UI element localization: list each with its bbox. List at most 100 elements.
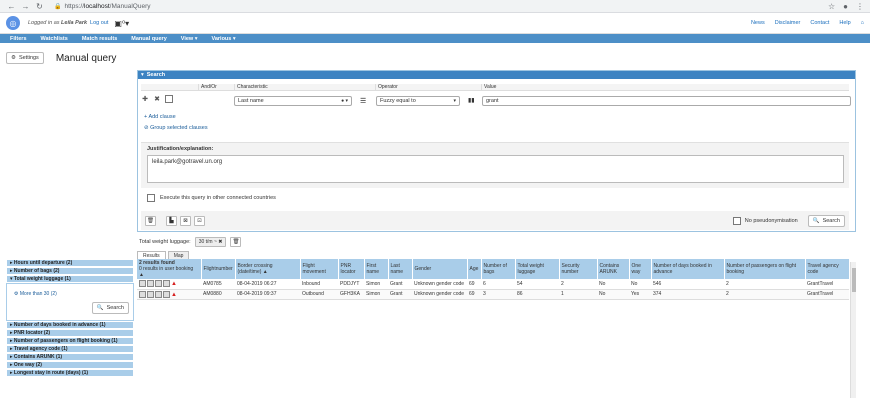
back-icon[interactable]: ←	[6, 1, 17, 12]
notifications-icon[interactable]: ▣⁰▾	[114, 19, 129, 28]
group-clauses-link[interactable]: ⊘ Group selected clauses	[144, 125, 208, 131]
nav-filters[interactable]: Filters	[10, 36, 27, 42]
col-header[interactable]: Total weight luggage	[515, 259, 560, 279]
row-actions: ▲	[137, 289, 201, 300]
justification-section: Justification/explanation: leila.park@go…	[141, 142, 849, 188]
folder-icon[interactable]	[155, 290, 162, 298]
col-header[interactable]: Last name	[388, 259, 413, 279]
cell: No	[629, 279, 651, 290]
facet-item[interactable]: ▸ Number of days booked in advance (1)	[6, 321, 134, 329]
filter-chip[interactable]: 30 t/m ~ ✖	[194, 237, 227, 247]
home-icon[interactable]: ⌂	[861, 20, 864, 26]
save-query-button[interactable]: ⊠	[180, 215, 191, 226]
reload-icon[interactable]: ↻	[34, 1, 45, 12]
facet-search-button[interactable]: 🔍 Search	[91, 302, 129, 314]
col-header[interactable]: Gender	[412, 259, 468, 279]
col-header[interactable]: Contains ARUNK	[597, 259, 630, 279]
col-header[interactable]: Number of days booked in advance	[651, 259, 725, 279]
col-header[interactable]: One way	[629, 259, 652, 279]
cell: 54	[515, 279, 559, 290]
select-checkbox[interactable]	[139, 280, 146, 288]
facet-item[interactable]: ▸ One way (2)	[6, 361, 134, 369]
results-scrollbar[interactable]	[850, 262, 856, 398]
nav-watchlists[interactable]: Watchlists	[41, 36, 68, 42]
disclaimer-link[interactable]: Disclaimer	[775, 20, 801, 26]
nav-various[interactable]: Various ▾	[211, 36, 235, 42]
app-header: ◎ Logged in as Leila Park Log out ▣⁰▾ Ne…	[0, 13, 870, 34]
logout-link[interactable]: Log out	[90, 20, 108, 26]
results-table-container: 2 results found 0 results in user booking…	[137, 259, 850, 300]
operator-select[interactable]: Fuzzy equal to ▾	[376, 96, 460, 106]
add-clause-link[interactable]: + Add clause	[144, 114, 176, 120]
no-pseudonymisation-checkbox[interactable]	[732, 216, 741, 225]
search-button[interactable]: 🔍 Search	[807, 214, 845, 227]
facet-item[interactable]: ▸ Longest stay in route (days) (1)	[6, 369, 134, 377]
document-icon: ▙	[169, 217, 174, 224]
cell: 546	[651, 279, 724, 290]
menu-icon[interactable]: ⋮	[856, 2, 864, 11]
col-header[interactable]: Age	[467, 259, 482, 279]
account-icon[interactable]: ●	[843, 2, 848, 11]
load-query-button[interactable]: ⊡	[194, 215, 205, 226]
facet-item[interactable]: ▾ Total weight luggage (1)	[6, 275, 134, 283]
chart-icon[interactable]: ▮▮	[468, 97, 475, 104]
table-row[interactable]: ▲ AM0880 08-04-2019 09:37 Outbound GFH3K…	[137, 289, 849, 300]
add-icon[interactable]: ✚	[141, 95, 149, 103]
col-header[interactable]: Security number	[559, 259, 598, 279]
flag-icon[interactable]	[163, 280, 170, 288]
nav-manual-query[interactable]: Manual query	[131, 36, 166, 42]
view-icon[interactable]	[147, 290, 154, 298]
table-row[interactable]: ▲ AM0785 08-04-2019 06:27 Inbound PDDJYT…	[137, 279, 849, 290]
flag-icon[interactable]	[163, 290, 170, 298]
cell: 2	[724, 289, 805, 300]
scrollbar-thumb[interactable]	[852, 268, 856, 292]
execute-connected-row: Execute this query in other connected co…	[147, 194, 276, 202]
close-icon[interactable]: ✖	[218, 239, 222, 245]
facet-item[interactable]: ▸ PNR locator (2)	[6, 329, 134, 337]
remove-icon[interactable]: ✖	[153, 95, 161, 103]
characteristic-select[interactable]: Last name ● ▾	[234, 96, 352, 106]
news-link[interactable]: News	[751, 20, 765, 26]
delete-button[interactable]: 🗑	[145, 215, 156, 226]
nav-view[interactable]: View ▾	[181, 36, 198, 42]
main-nav: Filters Watchlists Match results Manual …	[0, 34, 870, 43]
col-header[interactable]: Number of bags	[481, 259, 516, 279]
help-link[interactable]: Help	[839, 20, 850, 26]
col-header[interactable]: Number of passengers on flight booking	[724, 259, 806, 279]
col-header[interactable]: Flightnumber	[201, 259, 236, 279]
facet-option[interactable]: ⚙ More than 30 (2)	[14, 291, 57, 297]
col-header[interactable]: Border crossing (date/time) ▲	[235, 259, 301, 279]
address-bar[interactable]: https://localhost/ManualQuery	[64, 3, 150, 10]
list-icon[interactable]: ☰	[360, 97, 366, 105]
facet-item[interactable]: ▸ Number of passengers on flight booking…	[6, 337, 134, 345]
cell: 69	[467, 279, 481, 290]
clear-filters-button[interactable]: 🗑	[230, 237, 242, 247]
page-title: Manual query	[55, 52, 117, 64]
facet-item[interactable]: ▸ Number of bags (2)	[6, 267, 134, 275]
settings-button[interactable]: ⚙ Settings	[6, 52, 44, 64]
search-icon: 🔍	[96, 305, 104, 311]
search-panel-header[interactable]: ▾ Search	[138, 71, 855, 79]
star-icon[interactable]: ☆	[828, 2, 835, 11]
new-query-button[interactable]: ▙	[166, 215, 177, 226]
collapse-icon: ▾	[141, 72, 144, 78]
save-icon: ⊠	[183, 217, 188, 224]
nav-match-results[interactable]: Match results	[82, 36, 117, 42]
justification-textarea[interactable]: leila.park@gotravel.un.org	[147, 155, 844, 183]
clause-checkbox[interactable]	[165, 95, 173, 103]
col-header[interactable]: Travel agency code	[805, 259, 850, 279]
col-header[interactable]: First name	[364, 259, 389, 279]
col-header[interactable]: PNR locator	[338, 259, 365, 279]
facet-item[interactable]: ▸ Hours until departure (2)	[6, 259, 134, 267]
col-header[interactable]: Flight movement	[300, 259, 339, 279]
view-icon[interactable]	[147, 280, 154, 288]
value-input[interactable]: grant	[482, 96, 851, 106]
execute-connected-checkbox[interactable]	[147, 194, 155, 202]
facet-item[interactable]: ▸ Travel agency code (1)	[6, 345, 134, 353]
folder-icon[interactable]	[155, 280, 162, 288]
contact-link[interactable]: Contact	[810, 20, 829, 26]
results-header-row: 2 results found 0 results in user booking…	[137, 259, 850, 279]
select-checkbox[interactable]	[139, 290, 146, 298]
facet-item[interactable]: ▸ Contains ARUNK (1)	[6, 353, 134, 361]
forward-icon[interactable]: →	[20, 1, 31, 12]
